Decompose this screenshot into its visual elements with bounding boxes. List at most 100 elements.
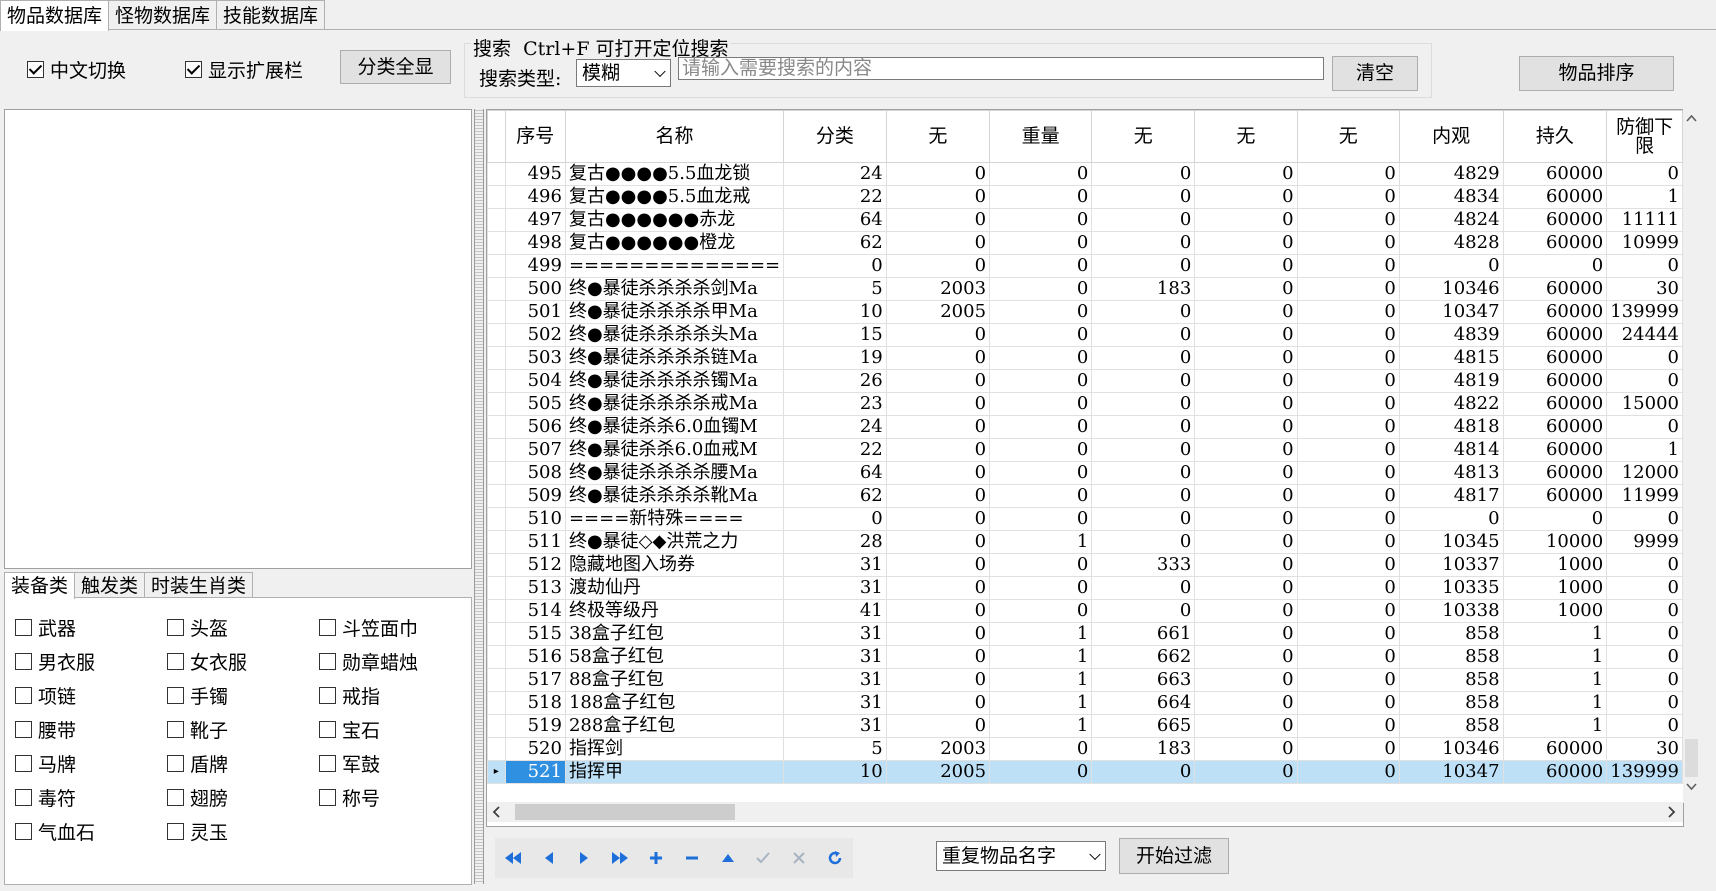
checkbox-icon[interactable]: [319, 789, 336, 806]
table-cell[interactable]: 30: [1606, 737, 1683, 761]
column-header[interactable]: 内观: [1398, 110, 1504, 163]
column-header[interactable]: 名称: [564, 110, 785, 163]
table-cell[interactable]: 498: [504, 231, 566, 255]
table-cell[interactable]: 0: [1091, 185, 1196, 209]
category-checkbox[interactable]: 勋章蜡烛: [319, 648, 418, 675]
table-cell[interactable]: 0: [1194, 760, 1298, 784]
search-type-select[interactable]: 模糊: [576, 59, 671, 87]
clear-button[interactable]: 清空: [1332, 56, 1418, 91]
table-cell[interactable]: 0: [989, 737, 1093, 761]
table-cell[interactable]: 0: [1194, 254, 1298, 278]
table-cell[interactable]: 0: [1296, 691, 1400, 715]
column-header[interactable]: 无: [1296, 110, 1400, 163]
table-cell[interactable]: 0: [989, 254, 1093, 278]
row-indicator[interactable]: [487, 415, 506, 439]
table-cell[interactable]: 0: [1091, 323, 1196, 347]
table-cell[interactable]: 0: [989, 599, 1093, 623]
table-row[interactable]: 503 终●暴徒杀杀杀杀链Ma 19 0 0 0 0 0 4815 60000 0: [487, 346, 1683, 370]
table-cell[interactable]: 0: [1296, 438, 1400, 462]
table-cell[interactable]: 终●暴徒杀杀杀杀剑Ma: [564, 277, 785, 301]
table-cell[interactable]: 2003: [885, 737, 991, 761]
table-row[interactable]: 499 ============== 0 0 0 0 0 0 0 0 0: [487, 254, 1683, 278]
table-cell[interactable]: 0: [1606, 599, 1683, 623]
table-cell[interactable]: 0: [783, 507, 887, 531]
table-cell[interactable]: 0: [1296, 461, 1400, 485]
table-cell[interactable]: 0: [1398, 254, 1504, 278]
column-header[interactable]: 无: [1194, 110, 1298, 163]
table-cell[interactable]: 0: [1091, 392, 1196, 416]
table-cell[interactable]: 0: [1296, 737, 1400, 761]
table-cell[interactable]: 664: [1091, 691, 1196, 715]
table-cell[interactable]: 0: [1091, 254, 1196, 278]
table-cell[interactable]: 10335: [1398, 576, 1504, 600]
table-cell[interactable]: 183: [1091, 277, 1196, 301]
row-indicator[interactable]: [487, 346, 506, 370]
table-cell[interactable]: 15000: [1606, 392, 1683, 416]
table-cell[interactable]: 0: [1296, 668, 1400, 692]
table-cell[interactable]: 0: [1194, 277, 1298, 301]
table-cell[interactable]: 0: [989, 208, 1093, 232]
table-cell[interactable]: 2003: [885, 277, 991, 301]
table-cell[interactable]: 4824: [1398, 208, 1504, 232]
table-cell[interactable]: 0: [1091, 530, 1196, 554]
start-filter-button[interactable]: 开始过滤: [1119, 838, 1229, 874]
table-cell[interactable]: 497: [504, 208, 566, 232]
row-indicator[interactable]: [487, 162, 506, 186]
table-cell[interactable]: 5: [783, 277, 887, 301]
table-cell[interactable]: 0: [885, 369, 991, 393]
table-row[interactable]: 496 复古●●●●5.5血龙戒 22 0 0 0 0 0 4834 60000 1: [487, 185, 1683, 209]
row-indicator[interactable]: [487, 392, 506, 416]
table-cell[interactable]: 0: [1194, 622, 1298, 646]
category-checkbox[interactable]: 宝石: [319, 716, 380, 743]
category-checkbox[interactable]: 马牌: [15, 750, 76, 777]
table-cell[interactable]: 0: [1296, 507, 1400, 531]
table-cell[interactable]: 0: [1194, 737, 1298, 761]
table-cell[interactable]: 0: [1296, 392, 1400, 416]
search-input[interactable]: 请输入需要搜索的内容: [678, 57, 1324, 80]
table-cell[interactable]: 0: [1606, 691, 1683, 715]
table-cell[interactable]: 0: [1296, 231, 1400, 255]
table-cell[interactable]: 62: [783, 484, 887, 508]
next-record-icon[interactable]: [567, 842, 603, 874]
table-cell[interactable]: 终●暴徒杀杀杀杀镯Ma: [564, 369, 785, 393]
checkbox-icon[interactable]: [15, 721, 32, 738]
table-cell[interactable]: 0: [1091, 346, 1196, 370]
category-checkbox[interactable]: 灵玉: [167, 818, 228, 845]
table-cell[interactable]: 30: [1606, 277, 1683, 301]
checkbox-icon[interactable]: [167, 755, 184, 772]
column-header[interactable]: 序号: [504, 110, 566, 163]
table-row[interactable]: 516 58盒子红包 31 0 1 662 0 0 858 1 0: [487, 645, 1683, 669]
table-cell[interactable]: 0: [989, 231, 1093, 255]
table-cell[interactable]: 1: [989, 530, 1093, 554]
row-indicator[interactable]: [487, 668, 506, 692]
table-cell[interactable]: 31: [783, 645, 887, 669]
table-cell[interactable]: 0: [989, 369, 1093, 393]
tab-fashion-zodiac[interactable]: 时装生肖类: [144, 572, 254, 597]
table-row[interactable]: 502 终●暴徒杀杀杀杀头Ma 15 0 0 0 0 0 4839 60000 24444: [487, 323, 1683, 347]
table-cell[interactable]: 4828: [1398, 231, 1504, 255]
table-cell[interactable]: 10347: [1398, 760, 1504, 784]
table-cell[interactable]: 0: [1606, 415, 1683, 439]
table-cell[interactable]: 0: [885, 668, 991, 692]
table-cell[interactable]: 506: [504, 415, 566, 439]
row-indicator[interactable]: [487, 530, 506, 554]
table-cell[interactable]: 0: [989, 162, 1093, 186]
table-cell[interactable]: 1000: [1502, 553, 1608, 577]
row-indicator[interactable]: [487, 231, 506, 255]
table-row[interactable]: 511 终●暴徒◇◆洪荒之力 28 0 1 0 0 0 10345 10000 9999: [487, 530, 1683, 554]
table-cell[interactable]: 10345: [1398, 530, 1504, 554]
table-cell[interactable]: 0: [1194, 300, 1298, 324]
table-cell[interactable]: 31: [783, 691, 887, 715]
table-row[interactable]: 504 终●暴徒杀杀杀杀镯Ma 26 0 0 0 0 0 4819 60000 0: [487, 369, 1683, 393]
table-cell[interactable]: 4822: [1398, 392, 1504, 416]
table-cell[interactable]: 0: [1296, 714, 1400, 738]
table-row[interactable]: 509 终●暴徒杀杀杀杀靴Ma 62 0 0 0 0 0 4817 60000 11999: [487, 484, 1683, 508]
table-cell[interactable]: 0: [885, 254, 991, 278]
table-cell[interactable]: 0: [1296, 162, 1400, 186]
table-cell[interactable]: 1: [1502, 714, 1608, 738]
table-cell[interactable]: 0: [885, 507, 991, 531]
table-cell[interactable]: 858: [1398, 622, 1504, 646]
row-indicator[interactable]: [487, 599, 506, 623]
checkbox-icon[interactable]: [319, 755, 336, 772]
refresh-icon[interactable]: [817, 842, 853, 874]
